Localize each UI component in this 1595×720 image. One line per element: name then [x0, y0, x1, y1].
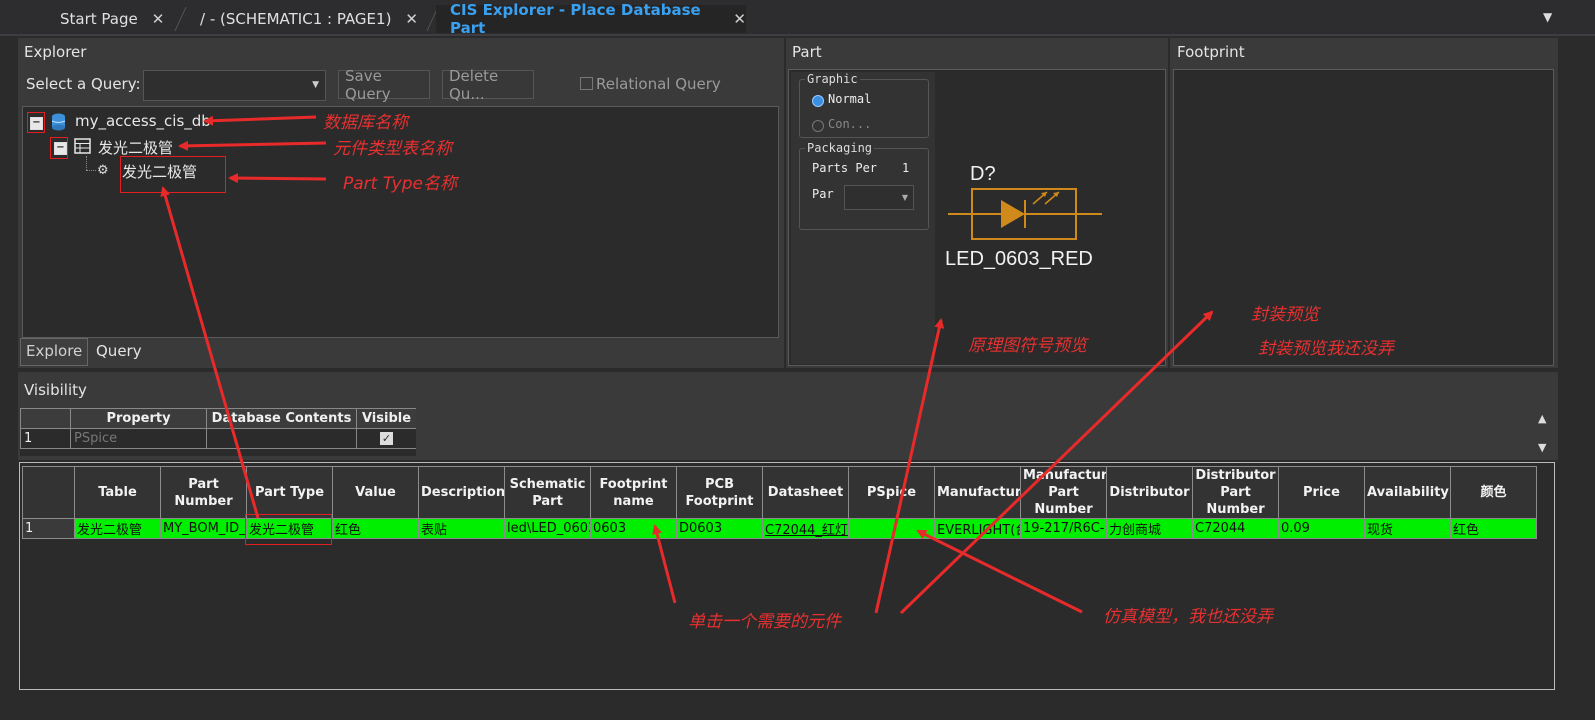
- annotation-part-type-name: Part Type名称: [343, 174, 457, 194]
- annotation-sim-model: 仿真模型，我也还没弄: [1103, 607, 1273, 627]
- annotation-footprint-preview: 封装预览: [1251, 305, 1319, 325]
- annotation-table-name: 元件类型表名称: [333, 139, 452, 159]
- annotation-click-part: 单击一个需要的元件: [688, 612, 841, 632]
- annotation-footprint-todo: 封装预览我还没弄: [1258, 339, 1394, 359]
- annotation-schematic-preview: 原理图符号预览: [968, 336, 1087, 356]
- annotation-db-name: 数据库名称: [323, 113, 408, 133]
